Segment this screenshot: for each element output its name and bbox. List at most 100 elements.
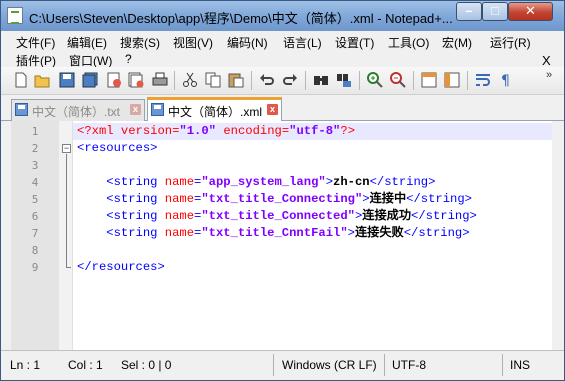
paste-icon[interactable] (228, 72, 244, 88)
sync-horizontal-icon[interactable] (444, 72, 460, 88)
code-token: ?> (340, 124, 356, 138)
code-line[interactable]: <string name="app_system_lang">zh-cn</st… (77, 174, 435, 191)
close-file-icon[interactable] (106, 72, 122, 88)
zoom-in-icon[interactable] (367, 72, 383, 88)
close-all-icon[interactable] (128, 72, 144, 88)
code-token: zh-cn (333, 175, 370, 189)
show-all-characters-icon[interactable]: ¶ (498, 72, 514, 88)
menu-view[interactable]: 视图(V) (173, 34, 213, 51)
save-icon[interactable] (59, 72, 75, 88)
status-insert-mode[interactable]: INS (510, 358, 530, 372)
close-document-button[interactable]: X (542, 53, 551, 68)
status-divider (384, 354, 385, 376)
status-encoding[interactable]: UTF-8 (392, 358, 426, 372)
line-number: 8 (31, 244, 39, 257)
status-column: Col : 1 (68, 358, 103, 372)
redo-icon[interactable] (282, 72, 298, 88)
code-token: "txt_title_CnntFail" (201, 226, 348, 240)
code-token: "app_system_lang" (201, 175, 326, 189)
menu-settings[interactable]: 设置(T) (335, 34, 374, 51)
code-line[interactable]: <string name="txt_title_Connecting">连接中<… (77, 191, 472, 208)
status-eol-format[interactable]: Windows (CR LF) (282, 358, 377, 372)
code-line[interactable]: <resources> (77, 140, 157, 157)
undo-icon[interactable] (259, 72, 275, 88)
code-token: <?xml (77, 124, 121, 138)
menu-bar: 文件(F) 编辑(E) 搜索(S) 视图(V) 编码(N) 语言(L) 设置(T… (1, 31, 564, 68)
line-number: 3 (31, 159, 39, 172)
menu-file[interactable]: 文件(F) (16, 34, 55, 51)
menu-macro[interactable]: 宏(M) (442, 34, 472, 51)
toolbar-separator (305, 71, 306, 90)
svg-text:¶: ¶ (501, 73, 510, 88)
close-window-button[interactable]: ✕ (508, 2, 553, 21)
code-line[interactable]: </resources> (77, 259, 165, 276)
code-token: name (164, 192, 195, 206)
maximize-button[interactable]: □ (482, 2, 508, 21)
save-all-icon[interactable] (82, 72, 98, 88)
copy-icon[interactable] (205, 72, 221, 88)
code-token: <resources> (77, 141, 158, 155)
tab-bar: 中文（简体）.txt x 中文（简体）.xml x (1, 96, 564, 122)
open-file-icon[interactable] (34, 72, 50, 88)
tab-xml-file[interactable]: 中文（简体）.xml x (147, 97, 282, 122)
menu-language[interactable]: 语言(L) (283, 34, 322, 51)
menu-search[interactable]: 搜索(S) (120, 34, 160, 51)
find-icon[interactable] (313, 72, 329, 88)
file-saved-icon (15, 103, 28, 116)
tab-label: 中文（简体）.xml (168, 105, 262, 119)
code-line[interactable]: <string name="txt_title_CnntFail">连接失败</… (77, 225, 470, 242)
code-token: encoding (223, 124, 282, 138)
replace-icon[interactable] (336, 72, 352, 88)
menu-run[interactable]: 运行(R) (490, 34, 531, 51)
fold-end-marker (66, 267, 71, 268)
vertical-scrollbar[interactable] (552, 121, 564, 350)
title-bar[interactable]: C:\Users\Steven\Desktop\app\程序\Demo\中文（简… (1, 1, 564, 31)
line-number: 5 (31, 193, 39, 206)
tab-close-icon[interactable]: x (130, 104, 141, 115)
code-line[interactable]: <string name="txt_title_Connected">连接成功<… (77, 208, 477, 225)
code-token: "utf-8" (289, 124, 341, 138)
menu-encoding[interactable]: 编码(N) (227, 34, 268, 51)
line-number: 4 (31, 176, 39, 189)
zoom-out-icon[interactable] (390, 72, 406, 88)
code-line[interactable]: <?xml version="1.0" encoding="utf-8"?> (77, 123, 355, 140)
code-token: > (325, 175, 334, 189)
code-token: <string (77, 175, 165, 189)
new-file-icon[interactable] (13, 72, 29, 88)
tab-close-icon[interactable]: x (267, 104, 278, 115)
fold-toggle-minus-icon[interactable]: − (62, 144, 71, 153)
code-token: 连接成功 (362, 209, 412, 223)
menu-tools[interactable]: 工具(O) (388, 34, 429, 51)
tab-txt-file[interactable]: 中文（简体）.txt x (11, 99, 145, 121)
editor[interactable]: 1 <?xml version="1.0" encoding="utf-8"?> 2… (1, 121, 564, 350)
cut-icon[interactable] (182, 72, 198, 88)
line-number: 1 (31, 125, 39, 138)
status-line: Ln : 1 (10, 358, 41, 372)
toolbar-separator (413, 71, 414, 90)
code-token: </string> (403, 226, 470, 240)
code-token: name (164, 209, 195, 223)
fold-range-line (66, 154, 67, 267)
code-token: <string (77, 209, 165, 223)
notepadpp-window: C:\Users\Steven\Desktop\app\程序\Demo\中文（简… (0, 0, 565, 381)
editor-left-margin (1, 121, 11, 350)
code-token: version (120, 124, 173, 138)
menu-edit[interactable]: 编辑(E) (67, 34, 107, 51)
code-token: name (164, 226, 195, 240)
code-token: name (164, 175, 195, 189)
code-token: <string (77, 226, 165, 240)
menu-help[interactable]: ? (125, 52, 132, 66)
toolbar-overflow-chevron-icon[interactable]: » (546, 69, 552, 81)
word-wrap-icon[interactable] (475, 72, 491, 88)
minimize-button[interactable]: – (456, 2, 482, 21)
print-icon[interactable] (152, 72, 168, 88)
code-token: > (347, 226, 355, 240)
line-number: 2 (31, 142, 39, 155)
toolbar-separator (251, 71, 252, 90)
sync-vertical-icon[interactable] (421, 72, 437, 88)
code-token: </string> (369, 175, 436, 189)
toolbar-separator (467, 71, 468, 90)
line-number: 7 (31, 227, 39, 240)
status-divider (273, 354, 274, 376)
code-token: "txt_title_Connected" (201, 209, 355, 223)
